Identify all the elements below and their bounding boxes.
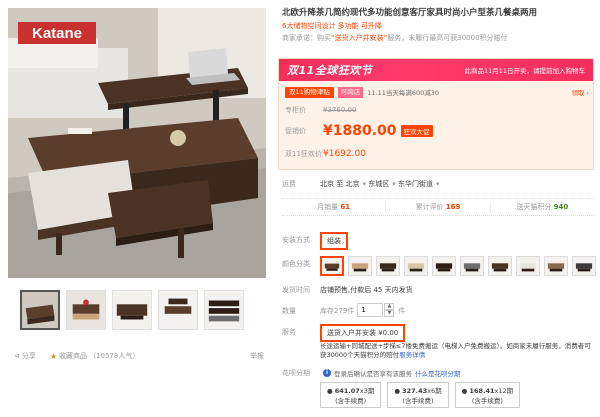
install-method-row: 安装方式 组装 bbox=[282, 232, 348, 250]
thumbnail-1[interactable] bbox=[20, 290, 60, 330]
installment-section: 花呗分期 i 登录后确认是否享有该服务 什么是花呗分期 ● 641.07x3期 (… bbox=[282, 368, 594, 408]
merchant-promise: 商家承诺：购买“送货入户并安装”服务，未履行最高可获30000积分赔付 bbox=[282, 34, 508, 42]
color-swatch[interactable] bbox=[432, 256, 456, 276]
thumbnail-2[interactable] bbox=[66, 290, 106, 330]
plan-fee: (含手续费) bbox=[335, 397, 367, 405]
decrease-button[interactable]: ▼ bbox=[384, 310, 395, 317]
service-detail-link[interactable]: 服务详情 bbox=[399, 351, 425, 359]
product-info: 北欧升降茶几简约现代多功能创意客厅家具时尚小户型茶几餐桌两用 6大储物空间设计 … bbox=[282, 8, 594, 43]
destination-select[interactable]: 北京 ▾ bbox=[345, 179, 366, 189]
street-select[interactable]: 东华门街道 ▾ bbox=[398, 179, 440, 189]
color-row: 颜色分类 bbox=[282, 256, 600, 276]
star-icon: ★ bbox=[49, 351, 58, 361]
what-is-huabei-link[interactable]: 什么是花呗分期 bbox=[415, 368, 461, 378]
original-price-row: 专柜价 ¥3760.00 bbox=[285, 106, 357, 114]
sale-price: ¥1880.00 bbox=[323, 123, 397, 139]
thumbnail-3[interactable] bbox=[112, 290, 152, 330]
original-price: ¥3760.00 bbox=[323, 106, 357, 114]
monthly-sales: 月销量 61 bbox=[282, 202, 387, 212]
install-option-assemble[interactable]: 组装 bbox=[320, 232, 348, 250]
activity-row: 双11购物津贴 可跨店 11.11当天每满600减30 领取 › bbox=[285, 86, 589, 98]
thumbnail-4[interactable] bbox=[158, 290, 198, 330]
brand-logo: Katane bbox=[18, 22, 96, 44]
stock-text: 库存279件 bbox=[320, 307, 355, 315]
plan-amount: ● 168.41x12期 bbox=[461, 387, 514, 395]
district-select[interactable]: 东城区 ▾ bbox=[368, 179, 396, 189]
banner-title: 双11全球狂欢节 bbox=[287, 64, 373, 77]
chevron-down-icon: ▾ bbox=[362, 180, 366, 188]
quantity-stepper: ▲ ▼ bbox=[357, 303, 395, 317]
thumbnail-5[interactable] bbox=[204, 290, 244, 330]
share-icon: ⊲ bbox=[14, 352, 20, 360]
color-swatch[interactable] bbox=[376, 256, 400, 276]
quantity-input[interactable] bbox=[357, 303, 384, 317]
quantity-row: 数量 库存279件 ▲ ▼ 件 bbox=[282, 303, 405, 317]
tmall-points: 送天猫积分 940 bbox=[516, 203, 569, 211]
ship-time-value: 店铺预售,付款后 45 天内发货 bbox=[320, 286, 413, 294]
increase-button[interactable]: ▲ bbox=[384, 303, 395, 310]
stats-bar: 月销量 61 累计评价 169 送天猫积分 940 bbox=[282, 198, 594, 216]
service-option-delivery-install[interactable]: 送货入户并安装 ¥0.00 bbox=[320, 324, 406, 342]
installment-plan-2[interactable]: ● 327.43x6期 (含手续费) bbox=[387, 382, 449, 408]
d11-price-row: 双11狂欢价 ¥1692.00 bbox=[285, 149, 366, 159]
color-swatch[interactable] bbox=[516, 256, 540, 276]
color-swatch[interactable] bbox=[348, 256, 372, 276]
review-count[interactable]: 累计评价 169 bbox=[386, 202, 491, 212]
color-swatches bbox=[320, 256, 600, 276]
installment-plans: ● 641.07x3期 (含手续费) ● 327.43x6期 (含手续费) ● 168.… bbox=[320, 382, 594, 408]
allowance-tag: 双11购物津贴 bbox=[285, 86, 334, 98]
installment-plan-3[interactable]: ● 168.41x12期 (含手续费) bbox=[454, 382, 521, 408]
color-swatch[interactable] bbox=[572, 256, 596, 276]
plan-amount: ● 327.43x6期 bbox=[394, 387, 442, 395]
share-button[interactable]: ⊲ 分享 bbox=[14, 351, 36, 361]
report-link[interactable]: 举报 bbox=[250, 351, 264, 361]
chevron-down-icon: ▾ bbox=[435, 180, 440, 188]
banner-note: 此商品11月11日开卖，请提前加入购物车 bbox=[464, 67, 585, 75]
installment-plan-1[interactable]: ● 641.07x3期 (含手续费) bbox=[320, 382, 382, 408]
plan-fee: (含手续费) bbox=[471, 397, 503, 405]
product-subtitle: 6大储物空间设计 多功能 可升降 bbox=[282, 22, 382, 30]
sale-tag: 狂欢大促 bbox=[400, 125, 433, 137]
brand-logo-text: Katane bbox=[31, 24, 83, 42]
color-swatch[interactable] bbox=[460, 256, 484, 276]
get-coupon-link[interactable]: 领取 › bbox=[571, 87, 589, 97]
thumbnail-strip bbox=[20, 290, 260, 330]
service-row: 服务 送货入户并安装 ¥0.00 bbox=[282, 324, 406, 342]
chevron-right-icon: › bbox=[586, 89, 589, 97]
color-swatch[interactable] bbox=[488, 256, 512, 276]
color-swatch[interactable] bbox=[544, 256, 568, 276]
sale-price-row: 促销价 ¥1880.00 狂欢大促 bbox=[285, 121, 433, 141]
social-row: ⊲ 分享 ★ 收藏商品 （10578人气） 举报 bbox=[14, 350, 264, 362]
info-icon: i bbox=[323, 369, 331, 377]
double11-banner[interactable]: 双11全球狂欢节 此商品11月11日开卖，请提前加入购物车 bbox=[279, 59, 593, 81]
cross-store-tag: 可跨店 bbox=[337, 86, 364, 98]
promo-box: 双11全球狂欢节 此商品11月11日开卖，请提前加入购物车 双11购物津贴 可跨… bbox=[278, 58, 594, 170]
service-description: 长途运输+同城配送+步梯≤7楼免费搬运（电梯入户免费搬运）。如商家未履行服务，消… bbox=[320, 342, 591, 359]
main-product-image[interactable]: Katane bbox=[8, 8, 266, 278]
plan-amount: ● 641.07x3期 bbox=[327, 387, 375, 395]
ship-time-row: 发货时间 店铺预售,付款后 45 天内发货 bbox=[282, 286, 413, 294]
color-swatch[interactable] bbox=[320, 256, 344, 276]
shipping-row: 运费 北京 至 北京 ▾ 东城区 ▾ 东华门街道 ▾ bbox=[282, 179, 440, 189]
color-swatch[interactable] bbox=[404, 256, 428, 276]
activity-text: 11.11当天每满600减30 bbox=[367, 89, 440, 97]
chevron-down-icon: ▾ bbox=[392, 180, 396, 188]
favorite-button[interactable]: ★ 收藏商品 （10578人气） bbox=[50, 351, 139, 361]
product-title: 北欧升降茶几简约现代多功能创意客厅家具时尚小户型茶几餐桌两用 bbox=[282, 8, 538, 18]
d11-price: ¥1692.00 bbox=[323, 149, 366, 159]
installment-tip: 花呗分期 i 登录后确认是否享有该服务 什么是花呗分期 bbox=[282, 368, 461, 378]
plan-fee: (含手续费) bbox=[402, 397, 434, 405]
